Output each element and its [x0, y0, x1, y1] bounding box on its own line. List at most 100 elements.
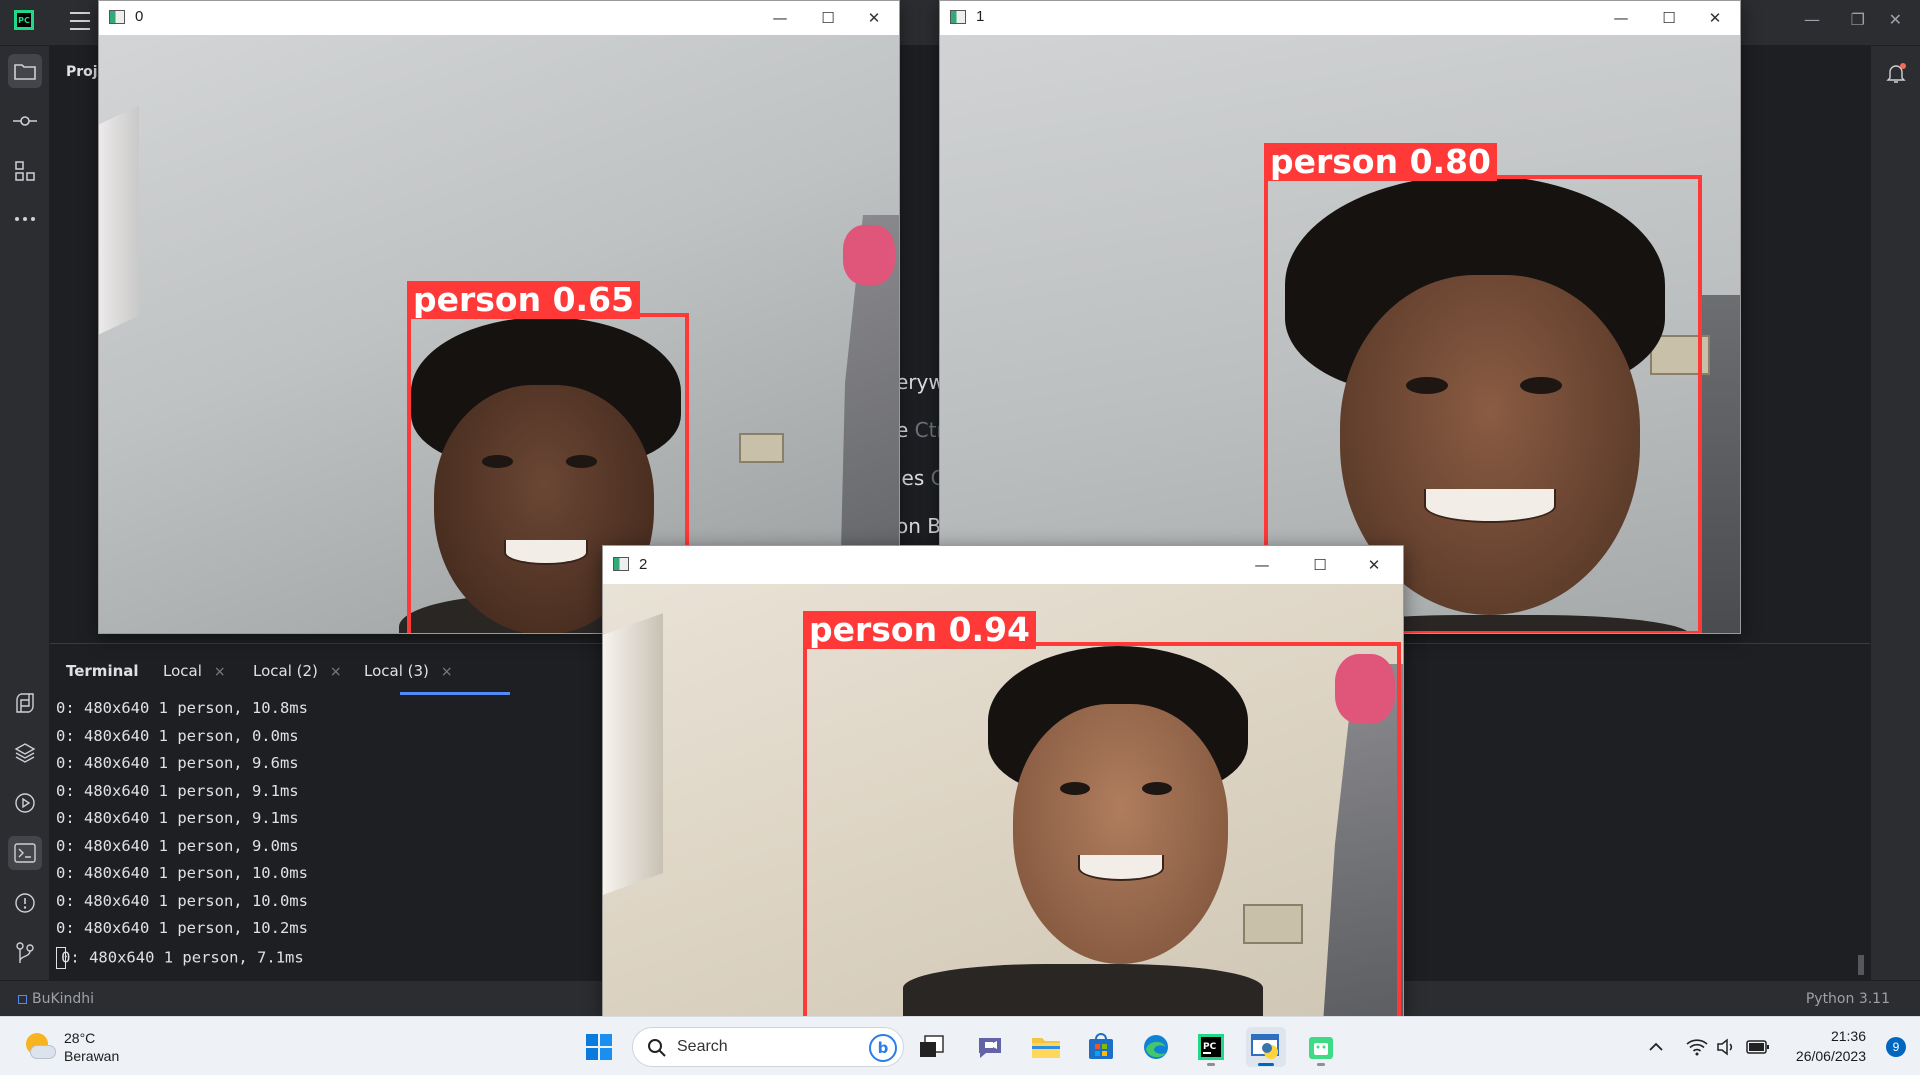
clock-time: 21:36 — [1830, 1028, 1866, 1044]
cv-window-2[interactable]: 2 — ☐ ✕ person 0.94 — [602, 545, 1404, 1017]
detection-bbox — [803, 642, 1401, 1016]
project-folder-icon[interactable] — [8, 54, 42, 88]
close-tab-icon[interactable]: × — [214, 664, 226, 680]
android-studio-button[interactable] — [1301, 1027, 1341, 1067]
structure-icon[interactable] — [8, 154, 42, 188]
close-icon[interactable]: ✕ — [1351, 552, 1397, 578]
layers-icon[interactable] — [8, 736, 42, 770]
camera-scene: person 0.94 — [603, 584, 1403, 1016]
tab-local-2[interactable]: Local (2) × — [253, 662, 342, 680]
close-icon[interactable]: ✕ — [1889, 10, 1902, 29]
git-branch-icon[interactable] — [8, 936, 42, 970]
camera-frame: person 0.80 — [940, 35, 1740, 633]
bing-chat-icon[interactable]: b — [869, 1034, 897, 1062]
terminal-line: 0: 480x640 1 person, 9.6ms — [56, 754, 299, 772]
maximize-icon[interactable]: ☐ — [1646, 5, 1692, 31]
terminal-scrollbar[interactable] — [1858, 955, 1864, 975]
close-icon[interactable]: ✕ — [1692, 5, 1738, 31]
module-icon — [18, 994, 27, 1004]
close-icon[interactable]: ✕ — [851, 5, 897, 31]
python-taskbar-button[interactable] — [1246, 1027, 1286, 1067]
task-view-icon — [920, 1035, 944, 1057]
run-icon[interactable] — [8, 786, 42, 820]
search-placeholder: Search — [677, 1038, 728, 1055]
clock-date: 26/06/2023 — [1795, 1048, 1866, 1064]
detection-label: person 0.80 — [1264, 143, 1497, 181]
terminal-line: 0: 480x640 1 person, 0.0ms — [56, 727, 299, 745]
cv-window-title: 1 — [976, 8, 985, 25]
python-console-icon[interactable] — [8, 686, 42, 720]
wifi-icon[interactable] — [1686, 1017, 1708, 1075]
android-icon — [1309, 1037, 1333, 1059]
partly-cloudy-icon — [24, 1031, 56, 1063]
folder-icon — [1032, 1038, 1060, 1058]
tab-local[interactable]: Local × — [163, 662, 226, 680]
cv-window-1[interactable]: 1 — ☐ ✕ person 0.80 — [939, 0, 1741, 634]
file-explorer-button[interactable] — [1026, 1027, 1066, 1067]
notifications-bell-icon[interactable] — [1885, 62, 1907, 88]
volume-icon[interactable] — [1716, 1017, 1736, 1075]
notification-count-badge[interactable]: 9 — [1886, 1037, 1906, 1057]
close-tab-icon[interactable]: × — [441, 664, 453, 680]
tab-local-3[interactable]: Local (3) × — [364, 662, 453, 680]
weather-condition: Berawan — [64, 1048, 120, 1064]
cv-window-titlebar[interactable]: 1 — ☐ ✕ — [940, 1, 1740, 35]
terminal-icon[interactable] — [8, 836, 42, 870]
maximize-icon[interactable]: ☐ — [805, 5, 851, 31]
teams-chat-button[interactable] — [970, 1027, 1010, 1067]
show-hidden-icons-icon[interactable] — [1648, 1017, 1664, 1075]
minimize-icon[interactable]: — — [1598, 5, 1644, 31]
start-button[interactable] — [579, 1027, 619, 1067]
commit-icon[interactable] — [8, 104, 42, 138]
camera-frame: person 0.94 — [603, 584, 1403, 1016]
ide-left-toolbar — [0, 46, 50, 980]
minimize-icon[interactable]: — — [1804, 10, 1820, 29]
cv-window-title: 2 — [639, 556, 648, 573]
window-app-icon — [109, 10, 125, 24]
ide-right-toolbar — [1870, 46, 1920, 980]
minimize-icon[interactable]: — — [1239, 552, 1285, 578]
terminal-line: 0: 480x640 1 person, 10.0ms — [56, 864, 308, 882]
weather-widget[interactable]: 28°C Berawan — [24, 1029, 119, 1065]
close-tab-icon[interactable]: × — [330, 664, 342, 680]
main-menu-icon[interactable] — [70, 12, 90, 30]
restore-icon[interactable]: ❐ — [1851, 10, 1865, 29]
more-tools-icon[interactable] — [8, 202, 42, 236]
problems-icon[interactable] — [8, 886, 42, 920]
status-interpreter[interactable]: Python 3.11 — [1806, 991, 1890, 1007]
detection-label: person 0.65 — [407, 281, 640, 319]
windows-logo-icon — [586, 1034, 612, 1060]
camera-frame: person 0.65 — [99, 35, 899, 633]
taskbar-clock[interactable]: 21:36 26/06/2023 — [1796, 1026, 1866, 1066]
svg-text:PC: PC — [1203, 1042, 1217, 1052]
weather-temperature: 28°C — [64, 1030, 96, 1046]
terminal-line: 0: 480x640 1 person, 10.8ms — [56, 699, 308, 717]
cv-window-titlebar[interactable]: 0 — ☐ ✕ — [99, 1, 899, 35]
windows-taskbar: 28°C Berawan Search b PC 21:36 26/06/202… — [0, 1016, 1920, 1075]
terminal-line: 0: 480x640 1 person, 10.2ms — [56, 919, 308, 937]
window-app-icon — [613, 557, 629, 571]
status-project[interactable]: BuKindhi — [18, 991, 94, 1007]
minimize-icon[interactable]: — — [757, 5, 803, 31]
terminal-line: 0: 480x640 1 person, 9.1ms — [56, 782, 299, 800]
window-app-icon — [950, 10, 966, 24]
microsoft-store-button[interactable] — [1081, 1027, 1121, 1067]
pycharm-taskbar-button[interactable]: PC — [1191, 1027, 1231, 1067]
maximize-icon[interactable]: ☐ — [1297, 552, 1343, 578]
edge-browser-button[interactable] — [1136, 1027, 1176, 1067]
battery-icon[interactable] — [1746, 1017, 1770, 1075]
detection-label: person 0.94 — [803, 611, 1036, 649]
pycharm-logo-icon[interactable]: PC — [14, 10, 34, 30]
pycharm-icon: PC — [1198, 1034, 1224, 1060]
store-icon — [1089, 1033, 1113, 1059]
cv-window-0[interactable]: 0 — ☐ ✕ person 0.65 — [98, 0, 900, 634]
cv-window-title: 0 — [135, 8, 144, 25]
fragment-text: les — [896, 466, 925, 490]
tab-terminal[interactable]: Terminal — [66, 662, 139, 680]
task-view-button[interactable] — [912, 1027, 952, 1067]
taskbar-search-box[interactable]: Search b — [632, 1027, 904, 1067]
cv-window-titlebar[interactable]: 2 — ☐ ✕ — [603, 546, 1403, 584]
search-icon — [648, 1039, 666, 1057]
terminal-line: 0: 480x640 1 person, 7.1ms — [61, 948, 304, 967]
camera-scene: person 0.80 — [940, 35, 1740, 633]
